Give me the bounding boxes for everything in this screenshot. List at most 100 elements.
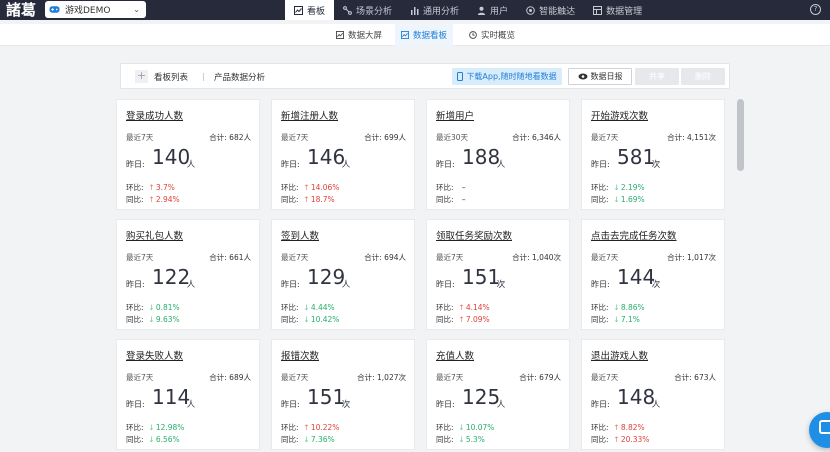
- metric-title[interactable]: 登录成功人数: [126, 108, 183, 122]
- yoy-ratio-row: 同比: 🡓 7.1%: [591, 314, 640, 327]
- yesterday-label: 昨日:: [126, 160, 145, 169]
- ring-ratio-text: 4.14%: [465, 303, 490, 312]
- dashboard-icon: [336, 31, 344, 39]
- metric-title[interactable]: 充值人数: [436, 348, 474, 362]
- metric-card[interactable]: 购买礼包人数 最近7天 合计: 661人 昨日: 122 人 环比: 🡓 0.81…: [116, 219, 260, 330]
- metric-card[interactable]: 报错次数 最近7天 合计: 1,027次 昨日: 151 次 环比: 🡑 10.2…: [271, 339, 415, 450]
- metric-total: 合计: 699人: [364, 133, 406, 142]
- yesterday-label: 昨日:: [436, 400, 455, 409]
- yoy-ratio-value: 🡓 6.56%: [150, 435, 180, 444]
- metric-title[interactable]: 签到人数: [281, 228, 319, 242]
- tab-label: 数据看板: [413, 31, 448, 41]
- delete-button[interactable]: 删除: [681, 68, 725, 85]
- ring-ratio-label: 环比:: [281, 423, 299, 432]
- share-button[interactable]: 共享: [635, 68, 679, 85]
- arrow-down-icon: 🡓: [304, 435, 309, 444]
- metric-value: 148: [617, 385, 656, 409]
- metric-title[interactable]: 报错次数: [281, 348, 319, 362]
- ring-ratio-label: 环比:: [126, 303, 144, 312]
- metric-value: 129: [307, 265, 346, 289]
- metric-total: 合计: 661人: [209, 253, 251, 262]
- add-dashboard-button[interactable]: +: [135, 70, 148, 83]
- yoy-ratio-row: 同比: 🡑 2.94%: [126, 194, 180, 207]
- metric-unit: 次: [651, 160, 661, 170]
- metric-unit: 人: [341, 280, 351, 290]
- metric-card[interactable]: 新增注册人数 最近7天 合计: 699人 昨日: 146 人 环比: 🡑 14.0…: [271, 99, 415, 210]
- chat-icon: [819, 420, 830, 434]
- metric-title[interactable]: 新增注册人数: [281, 108, 338, 122]
- nav-scene-analysis[interactable]: 场景分析: [334, 0, 401, 20]
- yesterday-label: 昨日:: [591, 160, 610, 169]
- metric-title[interactable]: 登录失败人数: [126, 348, 183, 362]
- metric-total: 合计: 6,346人: [512, 133, 561, 142]
- download-app-button[interactable]: 下载App,随时随地看数据: [452, 68, 562, 85]
- yoy-ratio-row: 同比: 🡑 7.09%: [436, 314, 490, 327]
- metric-card[interactable]: 点击去完成任务次数 最近7天 合计: 1,017次 昨日: 144 次 环比: 🡓…: [581, 219, 725, 330]
- chat-support-button[interactable]: [809, 412, 830, 448]
- metric-card[interactable]: 登录成功人数 最近7天 合计: 682人 昨日: 140 人 环比: 🡑 3.7%…: [116, 99, 260, 210]
- metric-card[interactable]: 领取任务奖励次数 最近7天 合计: 1,040次 昨日: 151 次 环比: 🡑 …: [426, 219, 570, 330]
- ring-ratio-text: 10.07%: [465, 423, 495, 432]
- ring-ratio-label: 环比:: [591, 303, 609, 312]
- metric-card[interactable]: 登录失败人数 最近7天 合计: 689人 昨日: 114 人 环比: 🡓 12.9…: [116, 339, 260, 450]
- vertical-scrollbar[interactable]: [737, 99, 744, 171]
- metric-total: 合计: 682人: [209, 133, 251, 142]
- yoy-ratio-value: 🡓 9.63%: [150, 315, 180, 324]
- metric-unit: 人: [186, 400, 196, 410]
- metric-card[interactable]: 开始游戏次数 最近7天 合计: 4,151次 昨日: 581 次 环比: 🡓 2.…: [581, 99, 725, 210]
- arrow-down-icon: 🡓: [149, 303, 154, 312]
- ring-ratio-value: 🡓 8.86%: [615, 303, 645, 312]
- tab-data-dashboard[interactable]: 数据看板: [395, 24, 454, 46]
- metric-card[interactable]: 退出游戏人数 最近7天 合计: 673人 昨日: 148 人 环比: 🡑 8.82…: [581, 339, 725, 450]
- nav-users[interactable]: 用户: [468, 0, 517, 20]
- arrow-down-icon: 🡓: [304, 315, 309, 324]
- metric-title[interactable]: 点击去完成任务次数: [591, 228, 677, 242]
- metric-title[interactable]: 购买礼包人数: [126, 228, 183, 242]
- arrow-up-icon: 🡑: [304, 195, 309, 204]
- sub-nav: 数据大屏 数据看板 实时概览: [0, 24, 830, 46]
- metric-title[interactable]: 领取任务奖励次数: [436, 228, 512, 242]
- metric-card[interactable]: 新增用户 最近30天 合计: 6,346人 昨日: 188 人 环比: – 同比…: [426, 99, 570, 210]
- metric-title[interactable]: 新增用户: [436, 108, 474, 122]
- ring-ratio-value: 🡓 2.19%: [615, 183, 645, 192]
- ring-ratio-label: 环比:: [126, 423, 144, 432]
- help-icon[interactable]: ?: [810, 4, 821, 15]
- ring-ratio-label: 环比:: [126, 183, 144, 192]
- metric-value: 144: [617, 265, 656, 289]
- ring-ratio-value: 🡑 14.06%: [305, 183, 340, 192]
- yoy-ratio-text: 9.63%: [155, 315, 180, 324]
- arrow-down-icon: 🡓: [614, 315, 619, 324]
- yoy-ratio-text: 7.1%: [620, 315, 640, 324]
- nav-smart-reach[interactable]: 智能触达: [517, 0, 584, 20]
- ring-ratio-value: 🡑 3.7%: [150, 183, 175, 192]
- project-selector[interactable]: 游戏DEMO ⌄: [45, 1, 146, 18]
- yoy-ratio-label: 同比:: [126, 195, 144, 204]
- tab-realtime-overview[interactable]: 实时概览: [469, 24, 515, 46]
- yoy-ratio-value: 🡓 7.1%: [615, 315, 640, 324]
- ring-ratio-label: 环比:: [281, 303, 299, 312]
- metric-period: 最近30天: [436, 133, 469, 142]
- tab-data-screen[interactable]: 数据大屏: [336, 24, 382, 46]
- daily-report-button[interactable]: 数据日报: [568, 68, 632, 85]
- ring-ratio-value: 🡑 8.82%: [615, 423, 645, 432]
- dashboard-list-button[interactable]: 看板列表: [154, 71, 188, 83]
- arrow-down-icon: 🡓: [149, 435, 154, 444]
- yoy-ratio-label: 同比:: [281, 195, 299, 204]
- nav-label: 通用分析: [423, 6, 460, 17]
- metric-total: 合计: 1,017次: [667, 253, 716, 262]
- nav-dashboard[interactable]: 看板: [285, 0, 335, 20]
- nav-data-management[interactable]: 数据管理: [584, 0, 651, 20]
- metric-card[interactable]: 充值人数 最近7天 合计: 679人 昨日: 125 人 环比: 🡓 10.07%…: [426, 339, 570, 450]
- ring-ratio-label: 环比:: [436, 423, 454, 432]
- clock-icon: [469, 31, 477, 39]
- yoy-ratio-row: 同比: 🡓 1.69%: [591, 194, 645, 207]
- nav-general-analysis[interactable]: 通用分析: [401, 0, 468, 20]
- metric-total: 合计: 679人: [519, 373, 561, 382]
- app-logo[interactable]: 諸葛: [6, 0, 36, 20]
- metric-title[interactable]: 退出游戏人数: [591, 348, 648, 362]
- yoy-ratio-row: 同比: 🡓 10.42%: [281, 314, 339, 327]
- metric-card[interactable]: 签到人数 最近7天 合计: 694人 昨日: 129 人 环比: 🡓 4.44% …: [271, 219, 415, 330]
- metric-title[interactable]: 开始游戏次数: [591, 108, 648, 122]
- yoy-ratio-text: 7.36%: [310, 435, 335, 444]
- yoy-ratio-row: 同比: 🡓 5.3%: [436, 434, 485, 447]
